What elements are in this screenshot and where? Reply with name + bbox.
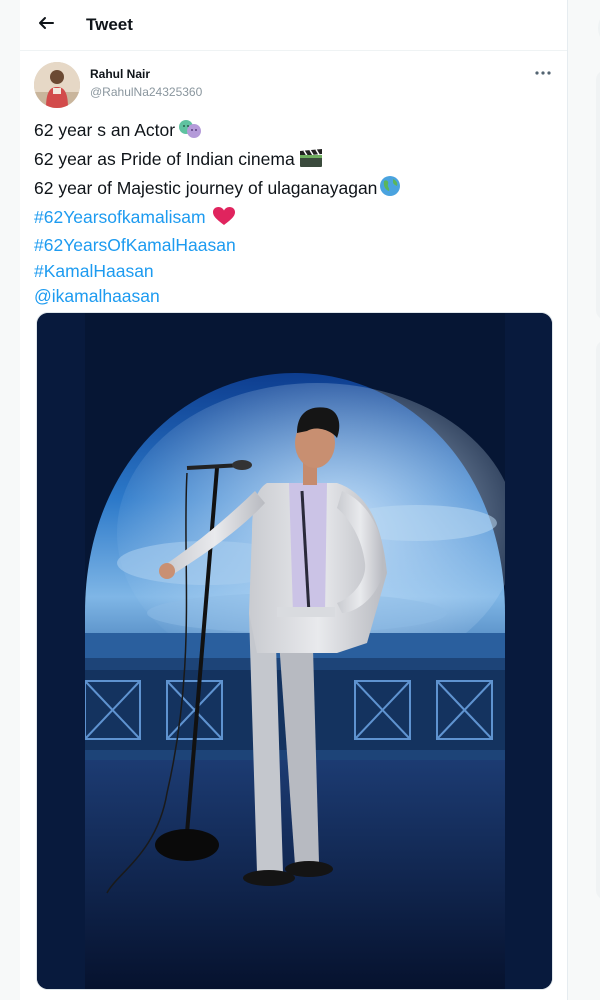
hashtag-line: #KamalHaasan: [34, 259, 554, 285]
more-options-button[interactable]: [528, 60, 558, 84]
hashtag-line: #62YearsOfKamalHaasan: [34, 233, 554, 259]
back-button[interactable]: [32, 11, 60, 39]
author-handle[interactable]: @RahulNa24325360: [90, 85, 202, 99]
mention-line: @ikamalhaasan: [34, 284, 554, 310]
hashtag-link[interactable]: #62YearsOfKamalHaasan: [34, 235, 236, 255]
tweet-media-photo[interactable]: [36, 312, 553, 990]
left-sidebar-edge: [0, 0, 21, 1000]
globe-icon: [379, 175, 401, 205]
arrow-left-icon: [37, 14, 55, 37]
ellipsis-icon: [535, 63, 551, 81]
mention-link[interactable]: @ikamalhaasan: [34, 286, 160, 306]
hashtag-line: #62Yearsofkamalisam: [34, 205, 554, 234]
page-title: Tweet: [86, 15, 133, 34]
tweet-line: 62 year of Majestic journey of ulaganaya…: [34, 175, 554, 205]
tweet-line: 62 year as Pride of Indian cinema: [34, 147, 554, 176]
avatar[interactable]: [34, 62, 80, 108]
tweet-author: Rahul Nair @RahulNa24325360: [20, 52, 567, 112]
hashtag-link[interactable]: #62Yearsofkamalisam: [34, 207, 206, 227]
right-sidebar-edge: [567, 0, 600, 1000]
hashtag-link[interactable]: #KamalHaasan: [34, 261, 154, 281]
tweet-text: 62 year s an Actor 62 year as Pride of I…: [34, 118, 554, 310]
poster-image: [37, 313, 552, 989]
tweet-line: 62 year s an Actor: [34, 118, 554, 147]
performing-arts-masks-icon: [177, 119, 203, 147]
clapper-board-icon: [297, 148, 325, 176]
author-display-name[interactable]: Rahul Nair: [90, 67, 150, 81]
tweet-column: Tweet Rahul Nair @RahulNa24325360 62 yea…: [20, 0, 567, 1000]
tweet-header: Tweet: [20, 0, 567, 51]
red-heart-icon: [212, 206, 236, 234]
